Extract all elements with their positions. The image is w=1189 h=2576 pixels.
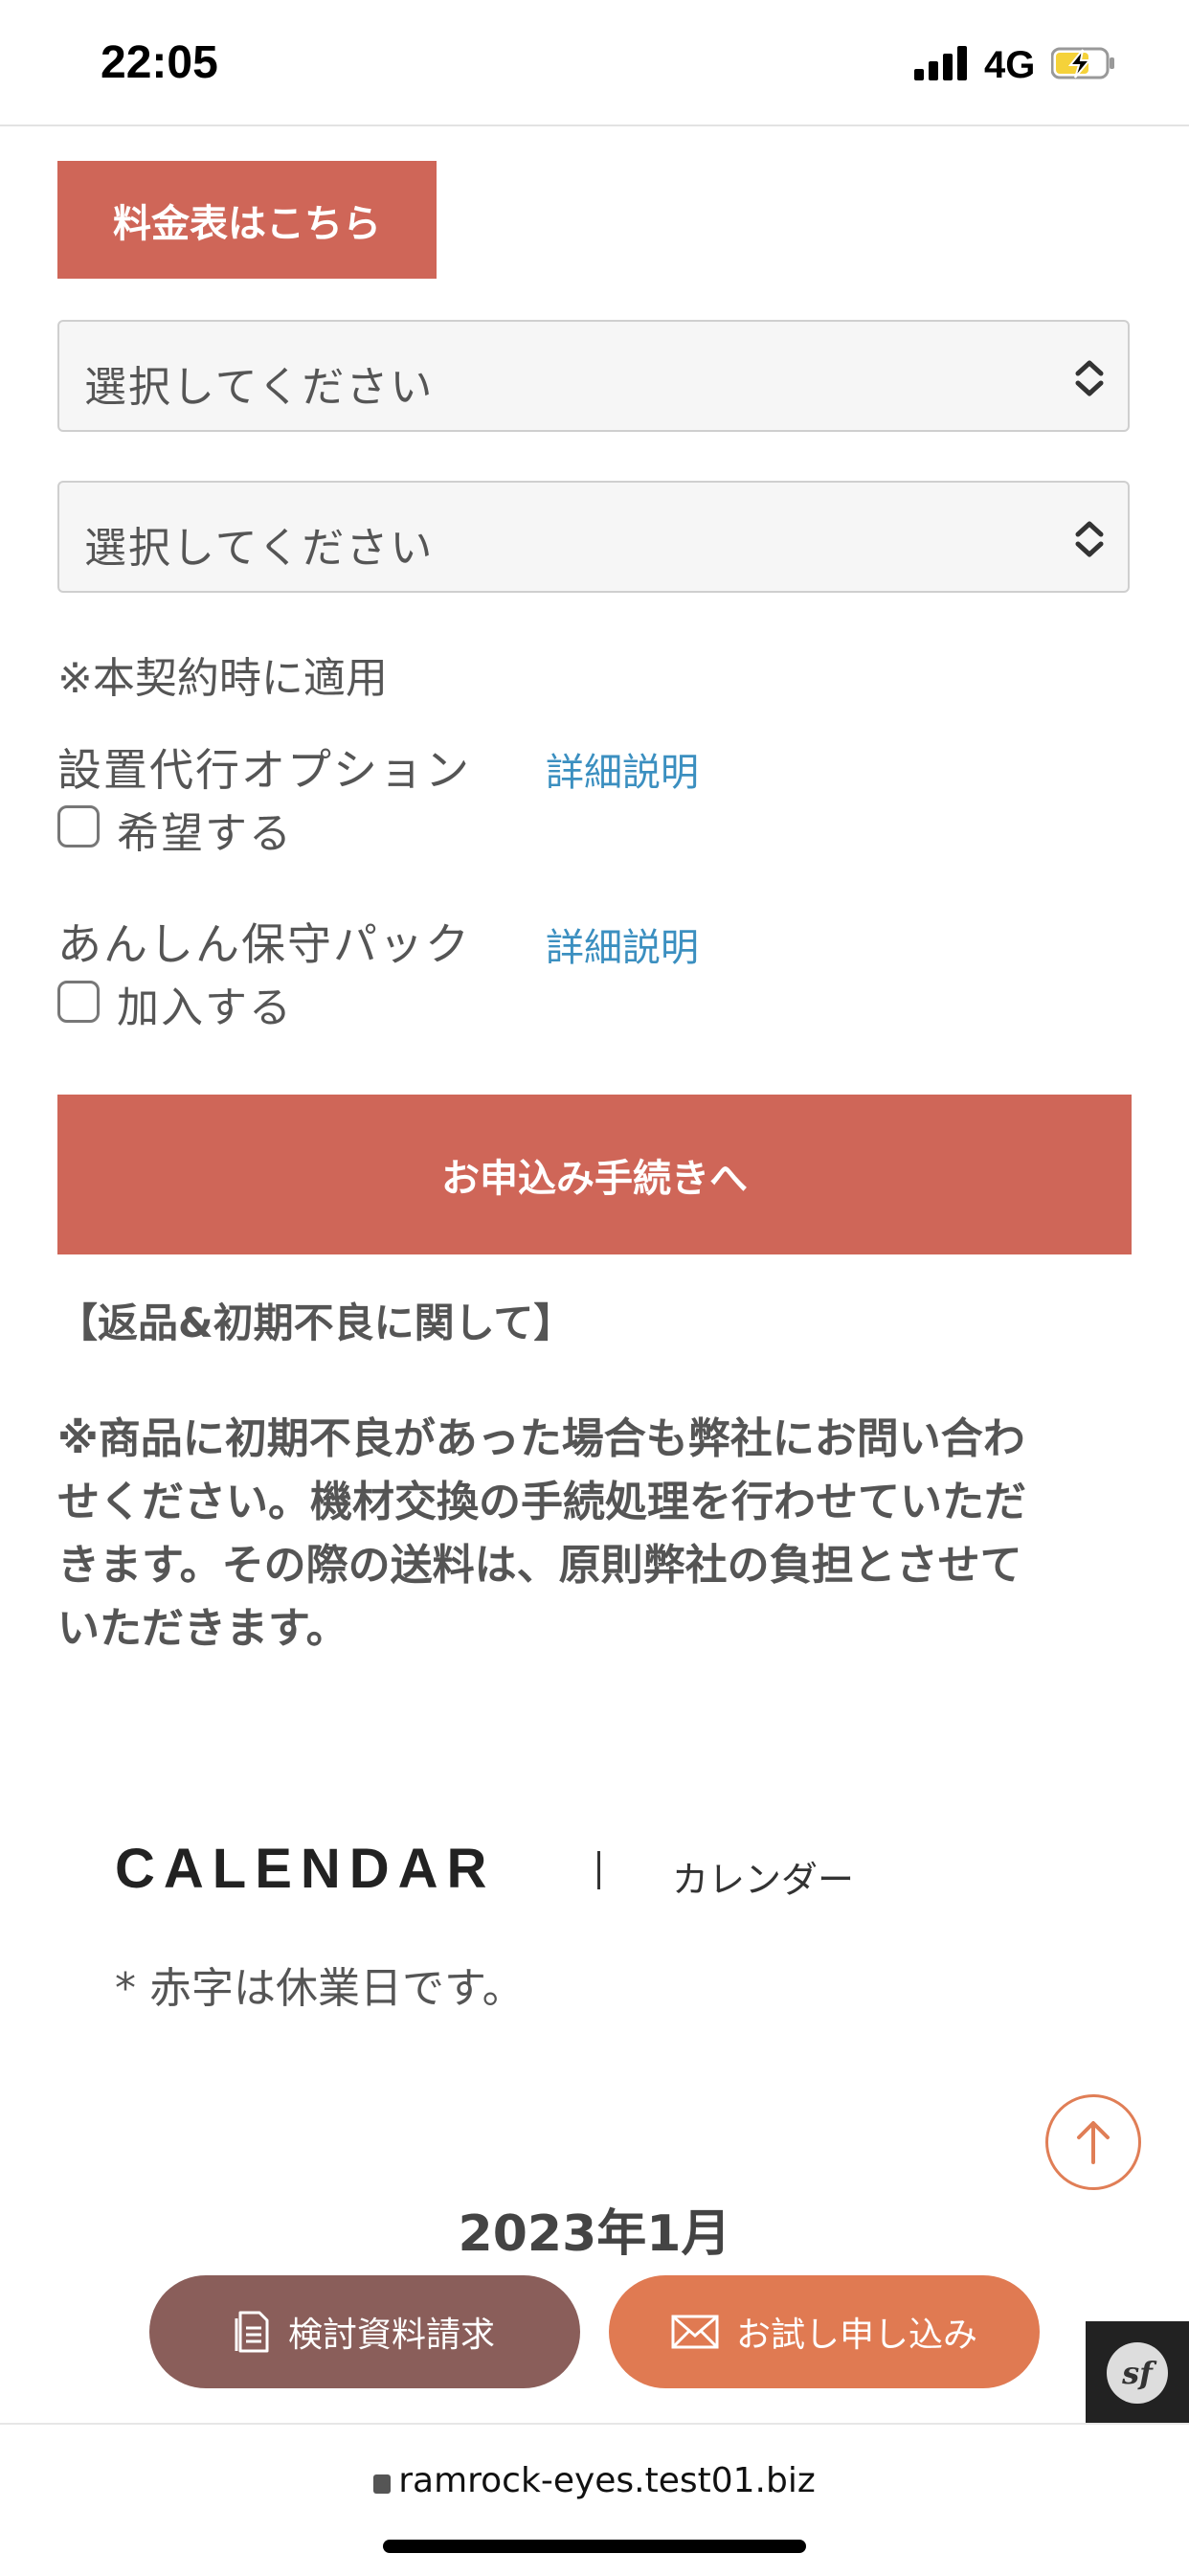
browser-address-bar[interactable]: ramrock-eyes.test01.biz: [0, 2423, 1189, 2576]
document-request-label: 検討資料請求: [287, 2316, 495, 2355]
calendar-note: * 赤字は休業日です。: [115, 1964, 525, 2013]
details-link-maintenance[interactable]: 詳細説明: [546, 916, 699, 972]
calendar-subtitle: カレンダー: [672, 1859, 855, 1901]
checkbox-label-maintenance[interactable]: 加入する: [117, 973, 293, 1034]
url-display[interactable]: ramrock-eyes.test01.biz: [0, 2461, 1189, 2500]
symfony-toolbar-toggle[interactable]: sf: [1086, 2321, 1189, 2425]
status-bar: 22:05 4G: [0, 0, 1189, 126]
returns-text-line: ※商品に初期不良があった場合も弊社にお問い合わ: [57, 1414, 1025, 1463]
symfony-logo-icon: sf: [1107, 2342, 1168, 2404]
checkbox-label-installation[interactable]: 希望する: [117, 799, 293, 860]
mail-icon: [671, 2315, 719, 2349]
select-arrows-icon: [1075, 360, 1104, 396]
select-value: 選択してください: [84, 524, 435, 573]
returns-text-line: いただきます。: [57, 1604, 348, 1653]
signal-icon: [914, 46, 972, 80]
option-label-installation: 設置代行オプション: [57, 744, 471, 796]
home-indicator[interactable]: [383, 2540, 806, 2553]
calendar-title: CALENDAR: [115, 1838, 496, 1900]
document-request-button[interactable]: 検討資料請求: [149, 2275, 580, 2388]
select-arrows-icon: [1075, 521, 1104, 557]
returns-text-line: きます。その際の送料は、原則弊社の負担とさせて: [57, 1541, 1022, 1590]
details-link-installation[interactable]: 詳細説明: [546, 741, 699, 797]
option-label-maintenance: あんしん保守パック: [57, 918, 471, 970]
url-text: ramrock-eyes.test01.biz: [398, 2461, 816, 2500]
checkbox-installation[interactable]: [57, 805, 100, 847]
returns-title: 【返品&初期不良に関して】: [57, 1299, 574, 1346]
calendar-month: 2023年1月: [458, 2205, 731, 2263]
arrow-up-icon: [1077, 2121, 1110, 2164]
lock-icon: [373, 2474, 392, 2494]
scroll-to-top-button[interactable]: [1045, 2094, 1141, 2190]
apply-button[interactable]: お申込み手続きへ: [57, 1095, 1132, 1254]
returns-text: ※商品に初期不良があった場合も弊社にお問い合わ せください。機材交換の手続処理を…: [57, 1408, 1139, 1661]
trial-apply-button[interactable]: お試し申し込み: [609, 2275, 1040, 2388]
select-value: 選択してください: [84, 363, 435, 412]
trial-apply-label: お試し申し込み: [735, 2316, 977, 2355]
contract-note: ※本契約時に適用: [57, 654, 388, 703]
price-table-button[interactable]: 料金表はこちら: [57, 161, 437, 279]
plan-select-2[interactable]: 選択してください: [57, 481, 1130, 593]
battery-charging-icon: [1051, 47, 1114, 79]
checkbox-maintenance[interactable]: [57, 981, 100, 1023]
status-time: 22:05: [101, 37, 218, 88]
plan-select-1[interactable]: 選択してください: [57, 320, 1130, 432]
network-type: 4G: [984, 44, 1036, 86]
returns-text-line: せください。機材交換の手続処理を行わせていただ: [57, 1478, 1026, 1526]
document-icon: [235, 2311, 271, 2353]
calendar-divider: [597, 1851, 600, 1889]
